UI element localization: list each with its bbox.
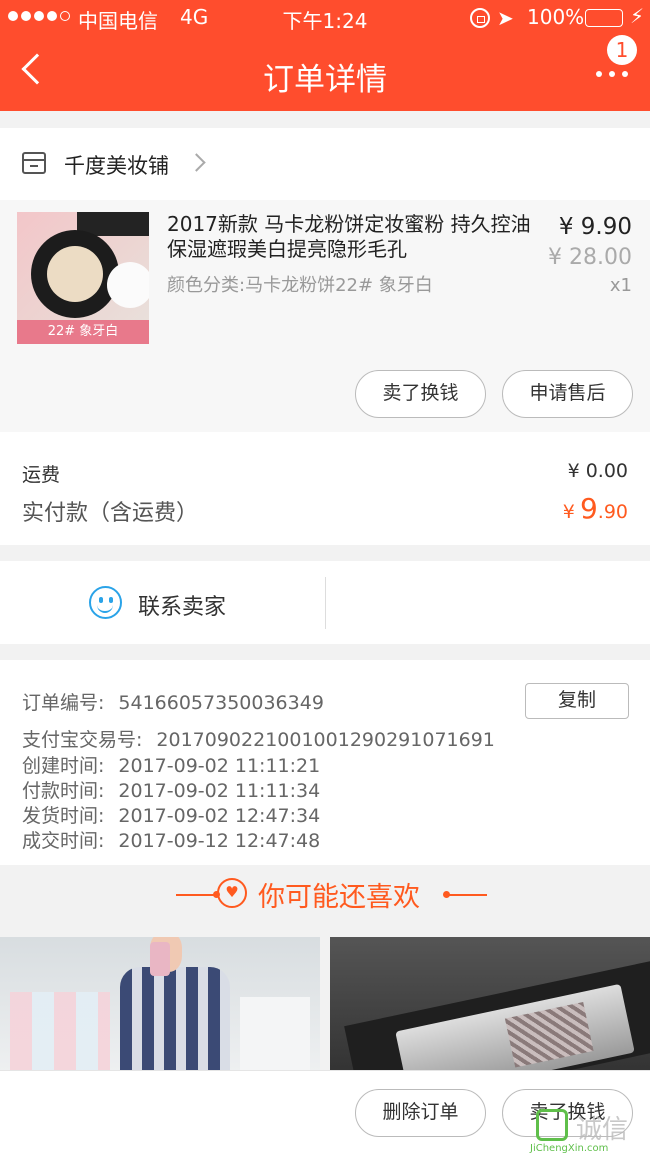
- fees-section: 运费 ¥ 0.00 实付款（含运费） ¥ 9.90: [0, 432, 650, 545]
- product-item[interactable]: 22# 象牙白 2017新款 马卡龙粉饼定妆蜜粉 持久控油保湿遮瑕美白提亮隐形毛…: [0, 200, 650, 432]
- completed-time-row: 成交时间: 2017-09-12 12:47:48: [22, 830, 321, 852]
- delete-order-button[interactable]: 删除订单: [355, 1089, 486, 1137]
- decor-line: [443, 891, 487, 898]
- charging-icon: ⚡: [630, 4, 645, 28]
- product-image[interactable]: 22# 象牙白: [17, 212, 149, 344]
- watermark: 诚信 JiChengXin.com: [530, 1109, 650, 1156]
- product-image-label: 22# 象牙白: [17, 320, 149, 344]
- contact-section: 联系卖家: [0, 561, 650, 644]
- copy-button[interactable]: 复制: [525, 683, 629, 719]
- battery-percent: 100%: [527, 5, 585, 29]
- chat-face-icon: [89, 586, 122, 619]
- recommend-item-belt[interactable]: [330, 937, 650, 1072]
- watermark-text: 诚信: [576, 1115, 629, 1145]
- sell-for-cash-button[interactable]: 卖了换钱: [355, 370, 486, 418]
- order-info: 订单编号: 54166057350036349 复制 支付宝交易号: 2017090…: [0, 660, 650, 865]
- contact-seller-label: 联系卖家: [138, 595, 227, 620]
- product-quantity: x1: [609, 275, 632, 296]
- watermark-url: JiChengXin.com: [530, 1143, 609, 1154]
- product-original-price: ¥ 28.00: [548, 245, 632, 270]
- more-button[interactable]: [590, 60, 634, 90]
- recommend-item-dress[interactable]: [0, 937, 320, 1072]
- product-title: 2017新款 马卡龙粉饼定妆蜜粉 持久控油保湿遮瑕美白提亮隐形毛孔: [167, 212, 531, 261]
- status-bar: 中国电信 4G 下午1:24 ➤ 100% ⚡: [0, 0, 650, 36]
- alipay-trade-row: 支付宝交易号: 2017090221001001290291071691: [22, 729, 495, 751]
- created-time-row: 创建时间: 2017-09-02 11:11:21: [22, 755, 321, 777]
- notification-badge: 1: [607, 35, 637, 65]
- header: 中国电信 4G 下午1:24 ➤ 100% ⚡ 订单详情 1: [0, 0, 650, 111]
- recommend-title: 你可能还喜欢: [258, 882, 420, 913]
- paid-amount: ¥ 9.90: [562, 492, 628, 525]
- watermark-logo: [536, 1109, 568, 1141]
- after-sales-button[interactable]: 申请售后: [502, 370, 633, 418]
- product-sku: 颜色分类:马卡龙粉饼22# 象牙白: [167, 275, 433, 296]
- location-icon: ➤: [497, 6, 514, 30]
- shop-name: 千度美妆铺: [64, 154, 169, 178]
- decor-line: [176, 891, 220, 898]
- shipping-value: ¥ 0.00: [567, 460, 628, 482]
- divider: [325, 577, 326, 629]
- page-title: 订单详情: [263, 62, 387, 98]
- shipped-time-row: 发货时间: 2017-09-02 12:47:34: [22, 805, 321, 827]
- heart-icon: ♥: [217, 878, 247, 908]
- paid-time-row: 付款时间: 2017-09-02 11:11:34: [22, 780, 321, 802]
- shop-row[interactable]: 千度美妆铺: [0, 128, 650, 200]
- order-number-row: 订单编号: 54166057350036349: [22, 692, 324, 714]
- recommend-header: ♥ 你可能还喜欢: [0, 865, 650, 937]
- shipping-label: 运费: [22, 464, 61, 486]
- rotation-lock-icon: [470, 8, 490, 28]
- store-icon: [22, 152, 46, 174]
- chevron-right-icon: [187, 153, 206, 172]
- product-price: ¥ 9.90: [558, 214, 632, 240]
- paid-label: 实付款（含运费）: [22, 501, 199, 526]
- battery-icon: [585, 9, 623, 27]
- bottom-action-bar: 删除订单 卖了换钱 诚信 JiChengXin.com: [0, 1070, 650, 1156]
